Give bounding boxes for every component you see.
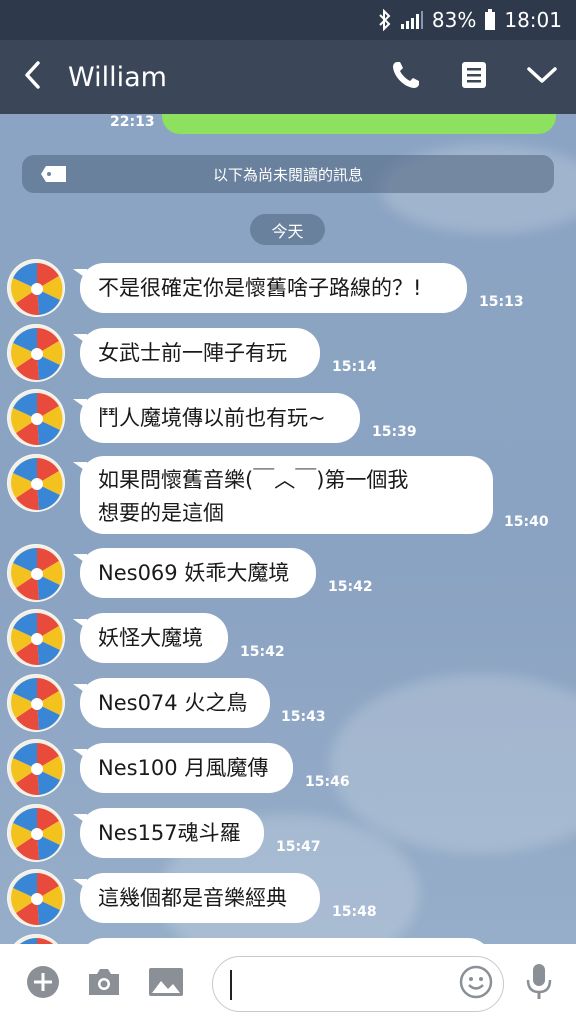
message-bubble[interactable]: Nes100 月風魔傳 xyxy=(73,743,293,793)
image-icon xyxy=(148,967,184,1001)
add-button[interactable] xyxy=(23,964,63,1004)
avatar[interactable] xyxy=(7,259,65,317)
note-icon xyxy=(461,61,487,93)
message-time: 15:39 xyxy=(372,424,417,440)
message-bubble[interactable]: 鬥人魔境傳以前也有玩~ xyxy=(73,393,360,443)
text-cursor xyxy=(230,970,232,1000)
previous-sent-bubble[interactable] xyxy=(162,114,556,134)
chat-header: William xyxy=(0,40,576,114)
date-divider: 今天 xyxy=(250,214,325,245)
message-time: 15:42 xyxy=(328,579,373,595)
battery-icon xyxy=(484,9,496,31)
battery-percent: 83% xyxy=(431,8,477,32)
clock: 18:01 xyxy=(504,8,562,32)
message-bubble[interactable]: 女武士前一陣子有玩 xyxy=(73,328,320,378)
avatar[interactable] xyxy=(7,544,65,602)
smiley-icon xyxy=(458,964,494,1004)
microphone-icon xyxy=(524,963,554,1005)
message-text: 如果問懷舊音樂(￣︿￣)第一個我 xyxy=(98,468,409,492)
message-bubble[interactable]: Nes069 妖乖大魔境 xyxy=(73,548,316,598)
message-time: 15:47 xyxy=(276,839,321,855)
message-bubble[interactable]: Nes074 火之鳥 xyxy=(73,678,270,728)
back-button[interactable] xyxy=(0,40,64,114)
chevron-down-icon xyxy=(526,65,558,89)
chevron-left-icon xyxy=(22,60,42,94)
avatar[interactable] xyxy=(7,934,65,944)
avatar[interactable] xyxy=(7,324,65,382)
message-text: 鬥人魔境傳以前也有玩~ xyxy=(98,405,326,430)
message-time: 15:46 xyxy=(305,774,350,790)
message-time: 15:13 xyxy=(479,294,524,310)
unread-banner-text: 以下為尚未閱讀的訊息 xyxy=(212,165,363,184)
message-text: Nes069 妖乖大魔境 xyxy=(98,560,290,585)
phone-icon xyxy=(390,59,422,95)
message-time: 15:42 xyxy=(240,644,285,660)
message-text: 這幾個都是音樂經典 xyxy=(98,885,287,910)
contact-name: William xyxy=(68,61,167,93)
image-button[interactable] xyxy=(146,964,186,1004)
call-button[interactable] xyxy=(372,40,440,114)
emoji-button[interactable] xyxy=(456,964,496,1004)
message-text: 女武士前一陣子有玩 xyxy=(98,340,287,365)
message-time: 15:40 xyxy=(504,514,549,530)
avatar[interactable] xyxy=(7,674,65,732)
message-time: 15:48 xyxy=(332,904,377,920)
message-text: 不是很確定你是懷舊啥子路線的？! xyxy=(98,275,422,300)
avatar[interactable] xyxy=(7,804,65,862)
avatar[interactable] xyxy=(7,739,65,797)
message-time: 15:14 xyxy=(332,359,377,375)
message-bubble[interactable]: 妖怪大魔境 xyxy=(73,613,228,663)
avatar[interactable] xyxy=(7,389,65,447)
avatar[interactable] xyxy=(7,454,65,512)
plus-circle-icon xyxy=(25,964,61,1004)
chat-area[interactable]: 22:13 以下為尚未閱讀的訊息 今天 不是很確定你是懷舊啥子路線的？! 15:… xyxy=(0,114,576,944)
status-bar: 83% 18:01 xyxy=(0,0,576,40)
message-text: 想要的是這個 xyxy=(98,501,224,525)
message-text: 妖怪大魔境 xyxy=(98,625,203,650)
tag-icon xyxy=(40,165,68,187)
unread-banner: 以下為尚未閱讀的訊息 xyxy=(22,155,554,193)
message-bubble[interactable]: 不是很確定你是懷舊啥子路線的？! xyxy=(73,263,467,313)
avatar[interactable] xyxy=(7,869,65,927)
message-bubble[interactable]: 這幾個都是音樂經典 xyxy=(73,873,320,923)
more-button[interactable] xyxy=(508,40,576,114)
message-bubble[interactable]: 如果問懷舊音樂(￣︿￣)第一個我 想要的是這個 xyxy=(73,456,493,534)
camera-button[interactable] xyxy=(84,964,124,1004)
camera-icon xyxy=(86,967,122,1001)
bluetooth-icon xyxy=(378,9,392,31)
notes-button[interactable] xyxy=(440,40,508,114)
message-text: Nes074 火之鳥 xyxy=(98,690,248,715)
voice-button[interactable] xyxy=(519,964,559,1004)
signal-icon xyxy=(400,10,424,30)
message-text: Nes100 月風魔傳 xyxy=(98,755,269,780)
message-text: Nes157魂斗羅 xyxy=(98,820,241,845)
input-bar xyxy=(0,944,576,1024)
previous-message-time: 22:13 xyxy=(110,114,155,130)
avatar[interactable] xyxy=(7,609,65,667)
message-bubble[interactable]: Nes157魂斗羅 xyxy=(73,808,264,858)
message-time: 15:43 xyxy=(281,709,326,725)
